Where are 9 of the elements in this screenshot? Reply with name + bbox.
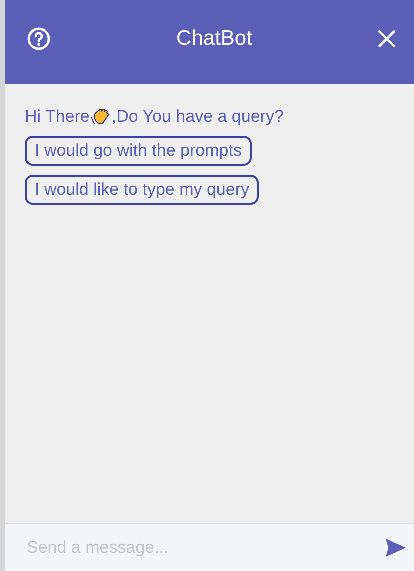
greeting-text: ,Do You have a query? <box>112 107 284 127</box>
send-icon[interactable] <box>384 536 408 558</box>
waving-hand-icon <box>90 107 111 127</box>
option-button[interactable]: I would like to type my query <box>25 175 260 205</box>
option-button[interactable]: I would go with the prompts <box>25 136 252 166</box>
close-icon[interactable] <box>378 30 396 48</box>
help-icon[interactable] <box>27 27 51 51</box>
chat-title: ChatBot <box>176 27 252 51</box>
greeting-text: Hi There <box>25 107 90 127</box>
